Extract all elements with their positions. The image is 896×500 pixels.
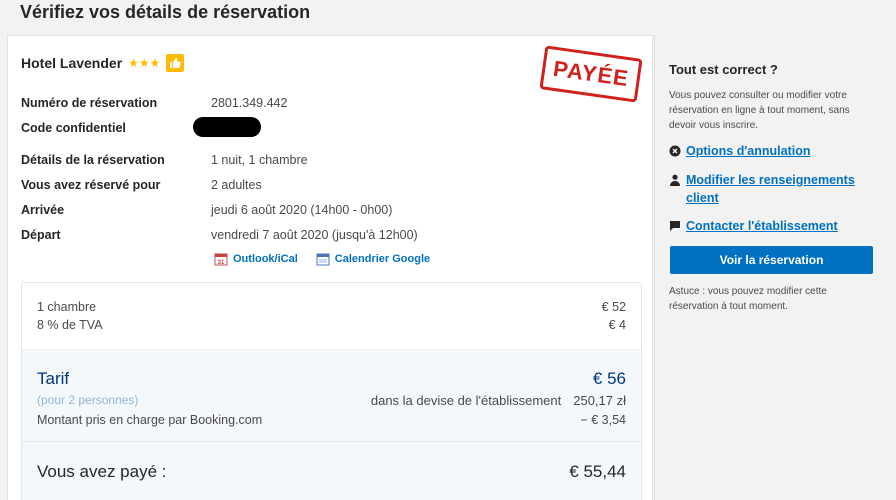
detail-value: jeudi 6 août 2020 (14h00 - 0h00) xyxy=(211,203,393,217)
paid-label: Vous avez payé : xyxy=(37,462,167,481)
sidebar-intro: Vous pouvez consulter ou modifier votre … xyxy=(669,90,850,131)
price-summary: 1 chambre € 52 8 % de TVA € 4 Tarif € 56… xyxy=(21,282,642,500)
room-price-row: 1 chambre € 52 xyxy=(37,300,626,314)
cancellation-options-link[interactable]: Options d'annulation xyxy=(669,142,811,160)
star-rating-icon: ★★★ xyxy=(128,56,161,70)
google-calendar-icon xyxy=(316,253,330,266)
total-paid-section: Vous avez payé : € 55,44 xyxy=(22,441,641,500)
calendar-icon: 31 xyxy=(214,253,228,266)
sidebar-title: Tout est correct ? xyxy=(669,62,778,77)
chat-bubble-icon xyxy=(670,221,680,231)
covered-row: Montant pris en charge par Booking.com −… xyxy=(37,413,626,427)
detail-value: 2 adultes xyxy=(211,178,262,192)
currency-label: dans la devise de l'établissement xyxy=(370,393,562,408)
vat-value: € 4 xyxy=(608,318,626,332)
booking-number-row: Numéro de réservation 2801.349.442 xyxy=(21,96,287,110)
persons-note: (pour 2 personnes) xyxy=(37,393,139,407)
google-calendar-link[interactable]: Calendrier Google xyxy=(316,252,430,266)
currency-value: 250,17 zł xyxy=(573,393,626,408)
booking-details-row: Détails de la réservation 1 nuit, 1 cham… xyxy=(21,153,308,167)
hotel-name[interactable]: Hotel Lavender xyxy=(21,55,122,71)
detail-label: Arrivée xyxy=(21,203,65,217)
check-out-row: Départ vendredi 7 août 2020 (jusqu'à 12h… xyxy=(21,228,418,242)
thumbs-up-icon xyxy=(166,54,185,72)
contact-property-link[interactable]: Contacter l'établissement xyxy=(669,217,838,235)
user-icon xyxy=(670,174,680,186)
reservation-details-card: Hotel Lavender ★★★ PAYÉE Numéro de réser… xyxy=(7,35,653,500)
modify-guest-info-link[interactable]: Modifier les renseignements client xyxy=(669,171,869,207)
hotel-header: Hotel Lavender ★★★ xyxy=(21,54,185,72)
currency-row: (pour 2 personnes) dans la devise de l'é… xyxy=(37,393,626,408)
detail-label: Départ xyxy=(21,228,61,242)
sidebar: Tout est correct ? Vous pouvez consulter… xyxy=(654,35,888,500)
close-circle-icon xyxy=(669,145,681,157)
check-in-row: Arrivée jeudi 6 août 2020 (14h00 - 0h00) xyxy=(21,203,392,217)
price-breakdown: 1 chambre € 52 8 % de TVA € 4 xyxy=(22,283,641,349)
booking-number-value: 2801.349.442 xyxy=(211,96,288,110)
contact-property-label[interactable]: Contacter l'établissement xyxy=(686,217,838,235)
covered-label: Montant pris en charge par Booking.com xyxy=(37,413,263,427)
detail-value: 1 nuit, 1 chambre xyxy=(211,153,308,167)
vat-row: 8 % de TVA € 4 xyxy=(37,318,626,332)
tarif-label: Tarif xyxy=(37,369,70,388)
detail-label: Code confidentiel xyxy=(21,121,126,135)
svg-text:31: 31 xyxy=(218,260,225,266)
guests-row: Vous avez réservé pour 2 adultes xyxy=(21,178,262,192)
detail-label: Vous avez réservé pour xyxy=(21,178,161,192)
sidebar-tip: Astuce : vous pouvez modifier cette rése… xyxy=(669,286,827,312)
cancellation-options-label[interactable]: Options d'annulation xyxy=(686,142,811,160)
paid-stamp: PAYÉE xyxy=(539,45,643,103)
total-paid-row: Vous avez payé : € 55,44 xyxy=(37,462,626,482)
room-price-label: 1 chambre xyxy=(37,300,97,314)
covered-value: − € 3,54 xyxy=(580,413,626,427)
paid-value: € 55,44 xyxy=(569,462,626,481)
detail-label: Détails de la réservation xyxy=(21,153,165,167)
view-reservation-button[interactable]: Voir la réservation xyxy=(670,246,873,274)
tarif-value: € 56 xyxy=(592,369,626,388)
calendar-links: 31 Outlook/iCal Calendrier Google xyxy=(214,252,430,266)
page-title: Vérifiez vos détails de réservation xyxy=(20,2,311,22)
detail-label: Numéro de réservation xyxy=(21,96,158,110)
modify-guest-info-label[interactable]: Modifier les renseignements client xyxy=(686,171,869,207)
tarif-row: Tarif € 56 xyxy=(37,369,626,389)
vat-label: 8 % de TVA xyxy=(37,318,103,332)
outlook-ical-link[interactable]: 31 Outlook/iCal xyxy=(214,252,298,266)
room-price-value: € 52 xyxy=(601,300,626,314)
tarif-section: Tarif € 56 (pour 2 personnes) dans la de… xyxy=(22,349,641,441)
redacted-pin-code xyxy=(193,117,261,137)
outlook-ical-label[interactable]: Outlook/iCal xyxy=(233,253,298,265)
detail-value: vendredi 7 août 2020 (jusqu'à 12h00) xyxy=(211,228,418,242)
pin-code-row: Code confidentiel xyxy=(21,117,261,137)
google-calendar-label[interactable]: Calendrier Google xyxy=(335,253,430,265)
